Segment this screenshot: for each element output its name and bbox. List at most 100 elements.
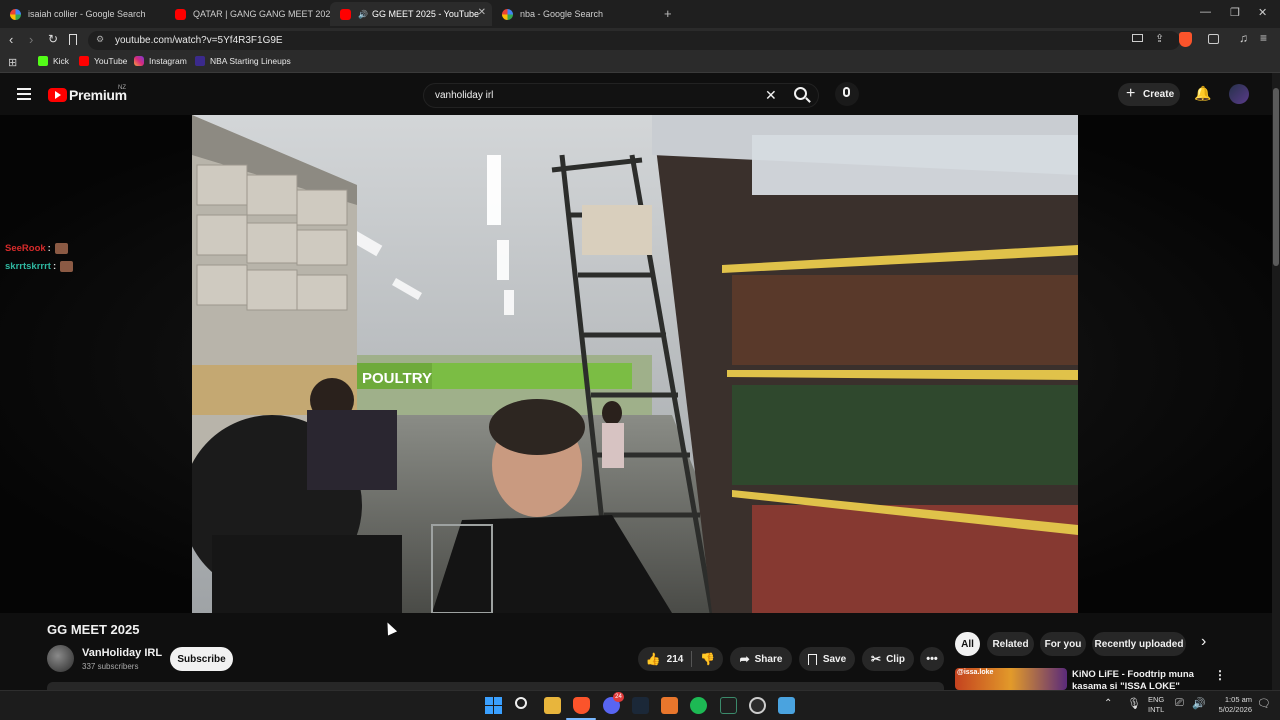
channel-avatar[interactable] xyxy=(47,645,74,672)
url-bar[interactable]: ⚙ youtube.com/watch?v=5Yf4R3F1G9E xyxy=(88,31,1180,50)
chat-message: skrrtskrrrt : xyxy=(5,261,74,272)
search-taskbar-icon[interactable] xyxy=(515,697,527,709)
restore-icon[interactable]: ❐ xyxy=(1230,6,1240,19)
video-frame[interactable]: POULTRY xyxy=(192,115,1078,613)
chips-next-icon[interactable]: › xyxy=(1201,633,1206,651)
share-page-icon[interactable]: ⇪ xyxy=(1155,32,1164,45)
language-indicator[interactable]: ENG INTL xyxy=(1148,695,1164,715)
chip-all[interactable]: All xyxy=(955,632,980,656)
region-code: NZ xyxy=(118,85,126,91)
volume-icon[interactable]: 🔊 xyxy=(1192,697,1206,710)
voice-search-button[interactable] xyxy=(835,82,859,106)
recommended-title-line: KiNO LiFE - Foodtrip muna xyxy=(1072,669,1194,680)
search-input[interactable]: vanholiday irl ✕ xyxy=(423,83,819,108)
recommended-menu-icon[interactable]: ⋮ xyxy=(1214,668,1226,682)
obs-icon[interactable] xyxy=(749,697,766,714)
minimize-icon[interactable]: — xyxy=(1200,6,1211,18)
share-button[interactable]: ➦ Share xyxy=(730,647,792,671)
notepad-icon[interactable] xyxy=(778,697,795,714)
subscribe-button[interactable]: Subscribe xyxy=(170,647,233,671)
new-tab-icon[interactable]: + xyxy=(664,6,672,21)
person-foreground-body xyxy=(212,535,402,613)
terminal-icon[interactable] xyxy=(720,697,737,714)
bookmark-kick[interactable]: Kick xyxy=(38,56,69,66)
brave-browser-icon[interactable] xyxy=(573,697,590,714)
page-scrollbar[interactable] xyxy=(1272,73,1280,690)
bookmark-instagram[interactable]: Instagram xyxy=(134,56,187,66)
network-icon[interactable]: ⎚ xyxy=(1175,697,1184,710)
clear-search-icon[interactable]: ✕ xyxy=(765,87,777,104)
avatar[interactable] xyxy=(1229,84,1249,104)
chip-recently-uploaded[interactable]: Recently uploaded xyxy=(1092,632,1186,656)
more-icon: ••• xyxy=(926,653,938,665)
hamburger-menu-icon[interactable] xyxy=(17,88,31,100)
brave-shields-icon[interactable] xyxy=(1179,32,1192,47)
recommended-thumbnail[interactable]: @issa.loke xyxy=(955,668,1067,690)
scrollbar-thumb[interactable] xyxy=(1273,88,1279,266)
windows-taskbar: 24 ⌃ 🎙 ENG INTL ⎚ 🔊 1:05 am 5/02/2026 🗨 xyxy=(0,690,1280,720)
person-distant-body xyxy=(602,423,624,468)
notifications-bell-icon[interactable]: 🔔 xyxy=(1194,85,1211,102)
person-back-body xyxy=(307,410,397,490)
forward-icon[interactable]: › xyxy=(29,32,33,47)
steam-icon[interactable] xyxy=(632,697,649,714)
back-icon[interactable]: ‹ xyxy=(9,32,13,47)
browser-tab[interactable]: QATAR | GANG GANG MEET 2026 - YouTube xyxy=(165,2,330,26)
spotify-icon[interactable] xyxy=(690,697,707,714)
tray-overflow-icon[interactable]: ⌃ xyxy=(1104,698,1112,709)
browser-tab[interactable]: nba - Google Search xyxy=(492,2,660,26)
nba-icon xyxy=(195,56,205,66)
clock-time: 1:05 am xyxy=(1224,695,1252,704)
bookmark-youtube[interactable]: YouTube xyxy=(79,56,127,66)
cast-icon[interactable] xyxy=(1132,34,1143,42)
bookmark-icon[interactable] xyxy=(69,34,77,45)
browser-tab-active[interactable]: 🔊 GG MEET 2025 - YouTube ✕ xyxy=(330,2,492,26)
ceiling-light xyxy=(504,290,514,315)
notifications-tray-icon[interactable]: 🗨 xyxy=(1257,697,1271,710)
green-banner xyxy=(432,363,632,389)
chat-emote xyxy=(60,261,74,272)
google-icon xyxy=(10,8,21,20)
media-icon[interactable]: ♫ xyxy=(1239,31,1248,45)
create-button[interactable]: + Create xyxy=(1118,83,1180,106)
chip-for-you[interactable]: For you xyxy=(1040,632,1086,656)
person-smiling-hair xyxy=(489,399,585,455)
like-button[interactable]: 👍 214 xyxy=(646,652,684,666)
windows-start-icon[interactable] xyxy=(485,697,502,714)
more-actions-button[interactable]: ••• xyxy=(920,647,944,671)
thumbs-down-icon[interactable]: 👎 xyxy=(700,652,715,666)
chat-message: SeeRook : xyxy=(5,243,68,254)
site-settings-icon[interactable]: ⚙ xyxy=(96,34,104,45)
youtube-icon xyxy=(340,8,351,20)
clip-button[interactable]: ✂ Clip xyxy=(862,647,914,671)
reload-icon[interactable]: ↻ xyxy=(48,32,58,46)
search-icon-handle xyxy=(805,97,811,103)
apps-grid-icon[interactable]: ⊞ xyxy=(8,56,17,69)
chat-colon: : xyxy=(52,261,57,272)
recommended-title[interactable]: KiNO LiFE - Foodtrip muna kasama si "ISS… xyxy=(1072,669,1207,690)
microphone-tray-icon[interactable]: 🎙 xyxy=(1127,697,1141,710)
close-tab-icon[interactable]: ✕ xyxy=(478,7,486,18)
person-distant-head xyxy=(602,401,622,425)
video-scene: POULTRY xyxy=(192,115,1078,613)
save-button[interactable]: Save xyxy=(799,647,855,671)
chip-related[interactable]: Related xyxy=(987,632,1034,656)
thumbs-up-icon: 👍 xyxy=(645,652,661,666)
file-explorer-icon[interactable] xyxy=(544,697,561,714)
bookmark-nba[interactable]: NBA Starting Lineups xyxy=(195,56,291,66)
sidebar-icon[interactable] xyxy=(1208,34,1219,44)
discord-icon[interactable]: 24 xyxy=(603,692,624,714)
keyboard-layout: INTL xyxy=(1148,705,1165,714)
microphone-icon xyxy=(843,87,850,97)
description-box[interactable] xyxy=(47,682,944,690)
close-window-icon[interactable]: ✕ xyxy=(1258,6,1267,19)
video-title: GG MEET 2025 xyxy=(47,622,140,637)
youtube-logo-icon[interactable] xyxy=(48,88,67,102)
clock[interactable]: 1:05 am 5/02/2026 xyxy=(1212,695,1252,715)
menu-icon[interactable]: ≡ xyxy=(1260,31,1267,45)
recommended-title-line: kasama si "ISSA LOKE" xyxy=(1072,681,1180,690)
channel-name[interactable]: VanHoliday IRL xyxy=(82,647,162,659)
app-icon[interactable] xyxy=(661,697,678,714)
browser-tab[interactable]: isaiah collier - Google Search xyxy=(0,2,165,26)
address-toolbar: ‹ › ↻ ⚙ youtube.com/watch?v=5Yf4R3F1G9E … xyxy=(0,28,1280,53)
